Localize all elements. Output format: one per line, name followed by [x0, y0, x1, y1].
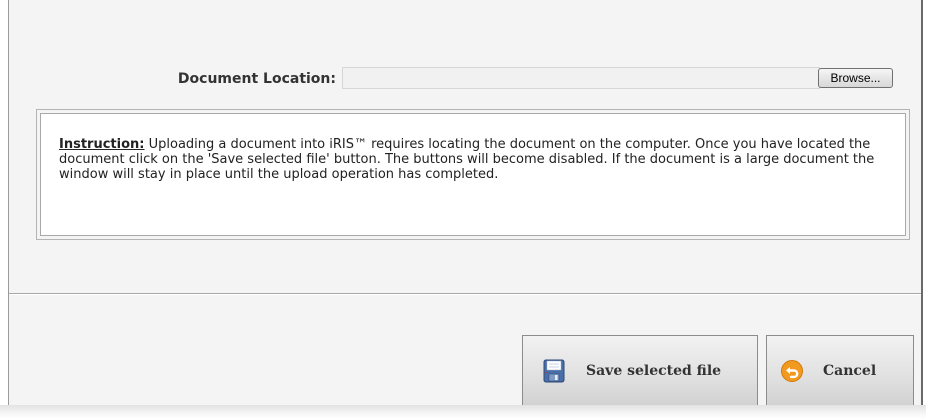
upload-dialog: Document Location: Browse... Instruction… [8, 0, 923, 406]
undo-arrow-icon [781, 359, 803, 382]
save-button-label: Save selected file [586, 362, 722, 379]
dialog-bottom-shadow [0, 405, 926, 419]
floppy-disk-icon [543, 359, 565, 383]
cancel-button[interactable]: Cancel [766, 335, 914, 406]
instruction-panel: Instruction: Uploading a document into i… [36, 109, 910, 240]
document-location-label: Document Location: [177, 71, 336, 87]
browse-button[interactable]: Browse... [818, 68, 893, 88]
footer-divider [9, 293, 921, 295]
instruction-heading: Instruction: [59, 137, 145, 152]
cancel-button-label: Cancel [823, 362, 877, 379]
instruction-box: Instruction: Uploading a document into i… [40, 113, 906, 236]
save-selected-file-button[interactable]: Save selected file [522, 335, 758, 406]
instruction-text: Uploading a document into iRIS™ requires… [59, 137, 875, 182]
document-location-field[interactable] [342, 67, 820, 89]
